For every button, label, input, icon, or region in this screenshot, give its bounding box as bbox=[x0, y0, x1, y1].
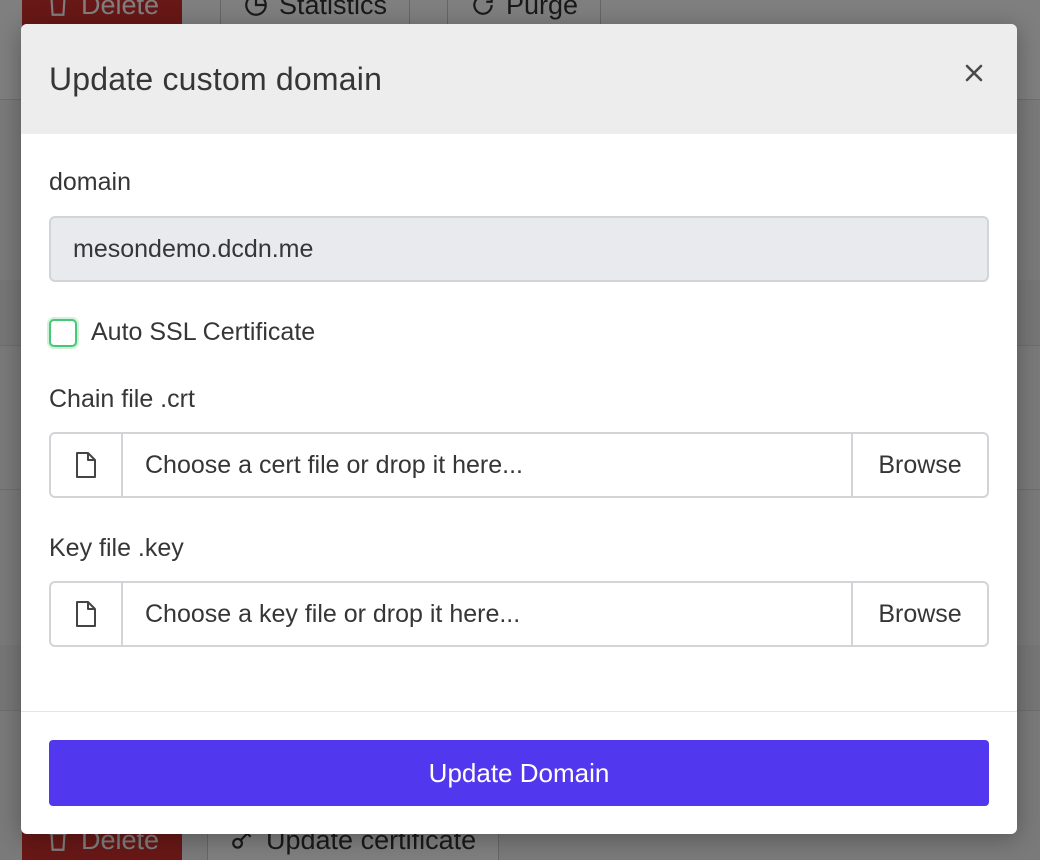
key-file-icon-box bbox=[51, 583, 123, 645]
modal-footer: Update Domain bbox=[21, 711, 1017, 834]
chain-file-placeholder[interactable]: Choose a cert file or drop it here... bbox=[123, 434, 851, 496]
auto-ssl-row: Auto SSL Certificate bbox=[49, 318, 989, 347]
update-domain-modal: Update custom domain domain Auto SSL Cer… bbox=[21, 24, 1017, 834]
close-icon bbox=[965, 64, 983, 82]
chain-file-icon-box bbox=[51, 434, 123, 496]
update-domain-button[interactable]: Update Domain bbox=[49, 740, 989, 806]
key-file-label: Key file .key bbox=[49, 534, 184, 562]
chain-file-input[interactable]: Choose a cert file or drop it here... Br… bbox=[49, 432, 989, 498]
auto-ssl-label[interactable]: Auto SSL Certificate bbox=[91, 318, 315, 347]
domain-input[interactable] bbox=[49, 216, 989, 282]
chain-file-browse-button[interactable]: Browse bbox=[851, 434, 987, 496]
file-icon bbox=[76, 452, 96, 478]
file-icon bbox=[76, 601, 96, 627]
modal-title: Update custom domain bbox=[49, 60, 383, 97]
modal-header: Update custom domain bbox=[21, 24, 1017, 134]
chain-file-label: Chain file .crt bbox=[49, 385, 195, 413]
key-file-placeholder[interactable]: Choose a key file or drop it here... bbox=[123, 583, 851, 645]
close-button[interactable] bbox=[959, 58, 989, 88]
auto-ssl-checkbox[interactable] bbox=[49, 318, 77, 347]
key-file-input[interactable]: Choose a key file or drop it here... Bro… bbox=[49, 581, 989, 647]
key-file-browse-button[interactable]: Browse bbox=[851, 583, 987, 645]
modal-body: domain Auto SSL Certificate Chain file .… bbox=[21, 134, 1017, 711]
domain-label: domain bbox=[49, 168, 131, 196]
